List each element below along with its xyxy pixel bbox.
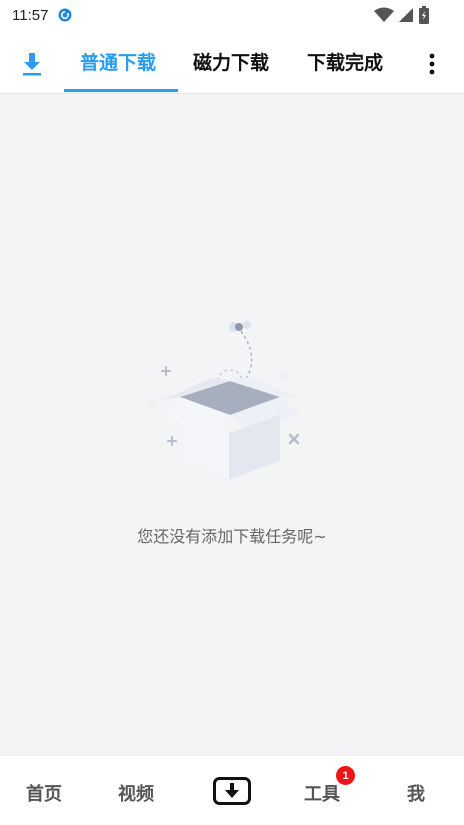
- nav-tools[interactable]: 工具: [304, 780, 340, 806]
- status-icons: [374, 6, 430, 24]
- tools-notification-badge: 1: [336, 766, 355, 785]
- tab-magnet-download[interactable]: 磁力下载: [193, 48, 269, 75]
- app-sync-icon: [58, 8, 72, 22]
- tab-download-complete[interactable]: 下载完成: [307, 48, 383, 75]
- screen: 11:57 普通下载 磁力下载 下载完成 您还没有添加下载任务呢~ 首页 视频 …: [0, 0, 464, 825]
- open-empty-box-icon: [149, 321, 300, 479]
- battery-icon: [419, 6, 429, 24]
- bottom-nav: 首页 视频 工具 1 我: [0, 755, 464, 825]
- download-box-icon[interactable]: [213, 777, 251, 805]
- empty-state-message: 您还没有添加下载任务呢~: [137, 527, 327, 546]
- status-time: 11:57: [12, 6, 49, 24]
- more-vertical-icon[interactable]: [424, 50, 440, 78]
- wifi-icon: [374, 7, 394, 22]
- nav-video[interactable]: 视频: [118, 780, 154, 806]
- download-tab-bar: 普通下载 磁力下载 下载完成: [0, 30, 464, 94]
- status-bar: 11:57: [0, 0, 464, 30]
- tab-normal-download[interactable]: 普通下载: [80, 48, 156, 75]
- nav-home[interactable]: 首页: [26, 780, 62, 806]
- nav-me[interactable]: 我: [407, 780, 425, 806]
- active-tab-indicator: [64, 89, 178, 92]
- signal-icon: [399, 8, 413, 22]
- download-arrow-icon[interactable]: [20, 52, 44, 76]
